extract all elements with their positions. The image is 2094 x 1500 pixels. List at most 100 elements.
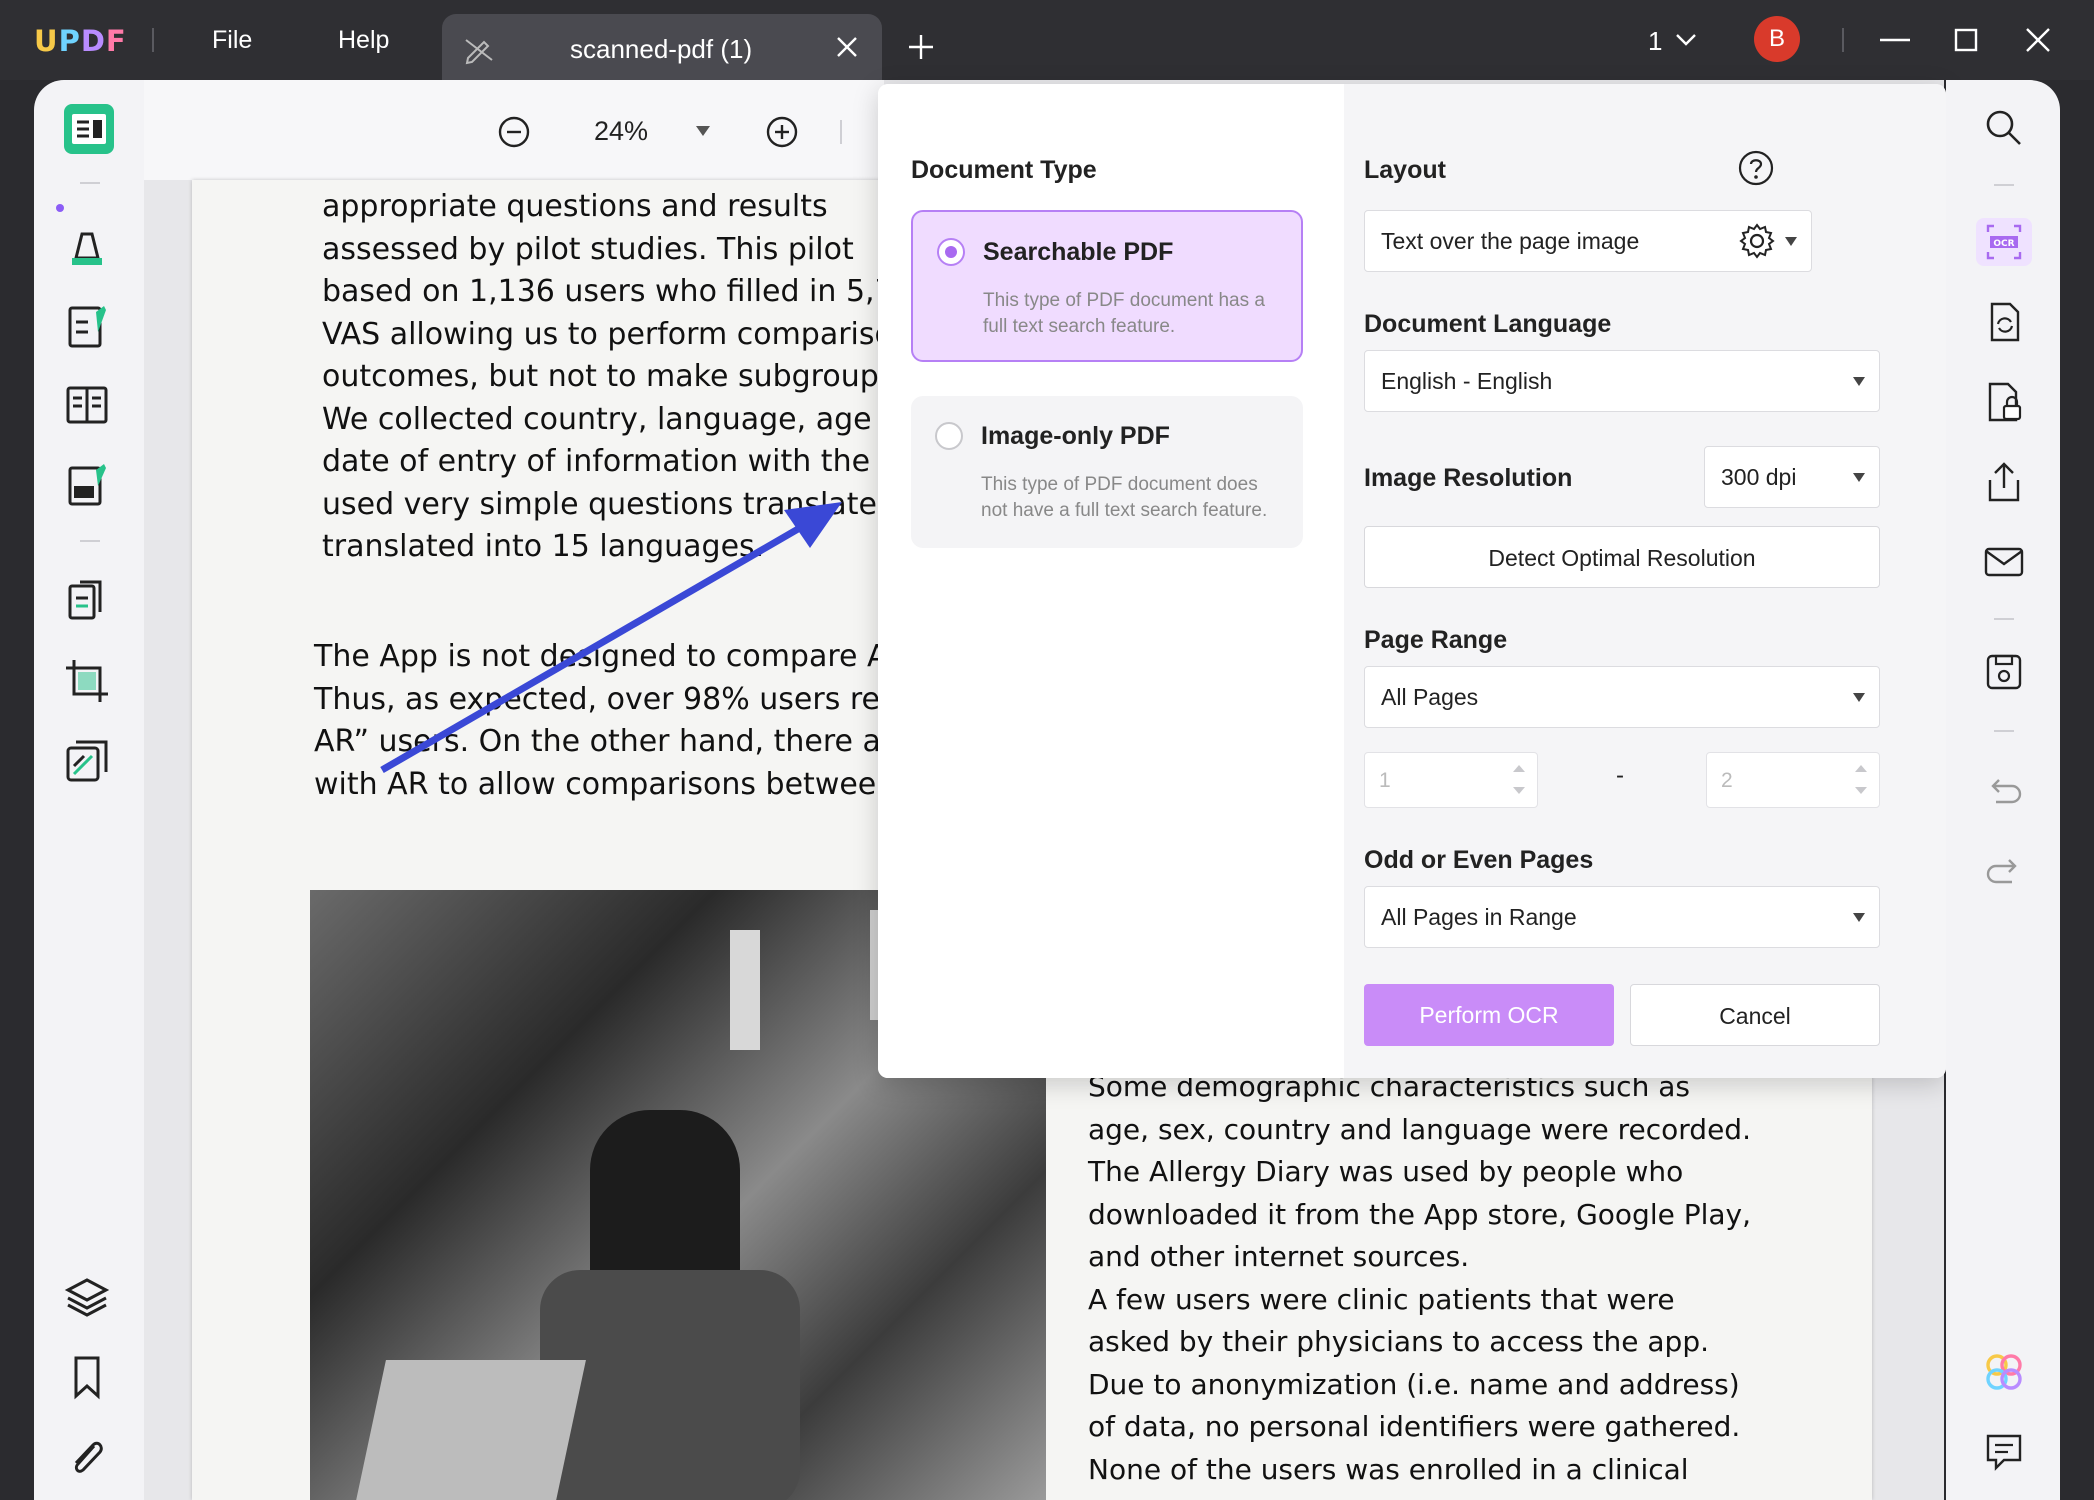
organize-pages-icon[interactable] <box>62 380 112 430</box>
ocr-icon[interactable]: OCR <box>1982 220 2026 264</box>
tab-title: scanned-pdf (1) <box>570 34 753 64</box>
add-tab-icon[interactable] <box>906 32 936 62</box>
bookmark-icon[interactable] <box>62 1352 112 1402</box>
resolution-heading: Image Resolution <box>1364 464 1573 492</box>
chevron-down-icon <box>1853 913 1865 922</box>
zoom-toolbar: 24% <box>144 80 884 180</box>
page-indicator[interactable]: 1 <box>1648 26 1662 57</box>
chevron-down-icon <box>1785 237 1797 246</box>
save-icon[interactable] <box>1982 650 2026 694</box>
searchable-pdf-option[interactable]: Searchable PDF This type of PDF document… <box>911 210 1303 362</box>
highlighter-icon[interactable] <box>62 220 112 270</box>
range-from-value: 1 <box>1379 769 1391 792</box>
document-type-pane: Document Type Searchable PDF This type o… <box>878 84 1344 1078</box>
range-to-input[interactable]: 2 <box>1706 752 1880 808</box>
chevron-down-icon[interactable] <box>1674 32 1698 48</box>
email-icon[interactable] <box>1982 540 2026 584</box>
ocr-settings-pane: Layout Text over the page image Document… <box>1344 84 1946 1078</box>
form-fill-icon[interactable] <box>62 460 112 510</box>
zoom-in-icon[interactable] <box>766 116 798 148</box>
user-avatar[interactable]: B <box>1754 16 1800 62</box>
searchable-pdf-title: Searchable PDF <box>983 238 1174 266</box>
text-line: and other internet sources. <box>1088 1240 1470 1273</box>
minimize-icon[interactable] <box>1880 38 1910 42</box>
toolbar-separator <box>1994 184 2014 186</box>
image-only-pdf-desc: This type of PDF document does not have … <box>981 474 1268 521</box>
layout-select-value: Text over the page image <box>1381 228 1640 254</box>
document-tab[interactable]: scanned-pdf (1) <box>442 14 882 80</box>
layers-icon[interactable] <box>62 1272 112 1322</box>
searchable-pdf-radio[interactable] <box>937 238 965 266</box>
language-heading: Document Language <box>1364 310 1612 338</box>
searchable-pdf-desc: This type of PDF document has a full tex… <box>983 290 1265 337</box>
layout-heading: Layout <box>1364 156 1446 184</box>
edit-pdf-icon[interactable] <box>62 302 112 352</box>
toolbar-separator <box>80 540 100 542</box>
svg-text:OCR: OCR <box>1993 239 2014 249</box>
gear-icon[interactable] <box>1738 222 1776 260</box>
stepper-up-icon[interactable] <box>1513 765 1525 772</box>
text-line: asked by their physicians to access the … <box>1088 1325 1709 1358</box>
toolbar-separator <box>80 182 100 184</box>
page-range-select[interactable]: All Pages <box>1364 666 1880 728</box>
watermark-icon[interactable] <box>62 736 112 786</box>
detect-resolution-button[interactable]: Detect Optimal Resolution <box>1364 526 1880 588</box>
text-line: of data, no personal identifiers were ga… <box>1088 1410 1741 1443</box>
toolbar-separator <box>1994 618 2014 620</box>
zoom-level[interactable]: 24% <box>594 116 648 147</box>
stepper-up-icon[interactable] <box>1855 765 1867 772</box>
resolution-select[interactable]: 300 dpi <box>1704 446 1880 508</box>
odd-even-select[interactable]: All Pages in Range <box>1364 886 1880 948</box>
left-toolbar <box>34 80 144 1500</box>
protect-icon[interactable] <box>1982 380 2026 424</box>
attachment-icon[interactable] <box>62 1432 112 1482</box>
redo-icon[interactable] <box>1982 850 2026 894</box>
ai-assistant-icon[interactable] <box>1982 1350 2026 1394</box>
stepper-down-icon[interactable] <box>1855 787 1867 794</box>
text-line: age, sex, country and language were reco… <box>1088 1112 1751 1146</box>
range-from-input[interactable]: 1 <box>1364 752 1538 808</box>
edit-off-icon <box>465 39 493 65</box>
share-icon[interactable] <box>1982 460 2026 504</box>
image-only-pdf-radio[interactable] <box>935 422 963 450</box>
document-type-heading: Document Type <box>911 156 1097 184</box>
text-line: downloaded it from the App store, Google… <box>1088 1197 1752 1231</box>
zoom-out-icon[interactable] <box>498 116 530 148</box>
chevron-down-icon <box>1853 693 1865 702</box>
close-window-icon[interactable] <box>2024 26 2052 54</box>
comment-icon[interactable] <box>1982 1430 2026 1474</box>
photo-detail <box>354 1360 586 1500</box>
perform-ocr-button[interactable]: Perform OCR <box>1364 984 1614 1046</box>
page-range-heading: Page Range <box>1364 626 1508 654</box>
close-tab-icon[interactable] <box>834 34 860 60</box>
text-line: None of the users was enrolled in a clin… <box>1088 1452 1689 1486</box>
image-only-pdf-title: Image-only PDF <box>981 422 1170 450</box>
language-select-value: English - English <box>1381 368 1553 394</box>
stepper-down-icon[interactable] <box>1513 787 1525 794</box>
language-select[interactable]: English - English <box>1364 350 1880 412</box>
text-line: The Allergy Diary was used by people who <box>1088 1155 1684 1188</box>
menu-help[interactable]: Help <box>338 26 389 55</box>
image-only-pdf-option[interactable]: Image-only PDF This type of PDF document… <box>911 396 1303 548</box>
convert-icon[interactable] <box>1982 300 2026 344</box>
toolbar-separator <box>1994 730 2014 732</box>
title-separator <box>152 28 154 52</box>
maximize-icon[interactable] <box>1954 28 1978 52</box>
zoom-dropdown-icon[interactable] <box>696 126 710 136</box>
crop-icon[interactable] <box>62 656 112 706</box>
photo-detail <box>730 930 760 1050</box>
undo-icon[interactable] <box>1982 770 2026 814</box>
search-icon[interactable] <box>1982 106 2026 150</box>
help-icon[interactable] <box>1738 150 1774 186</box>
right-toolbar: OCR <box>1946 80 2060 1500</box>
title-bar: UPDF File Help scanned-pdf (1) 1 B <box>0 0 2094 80</box>
menu-file[interactable]: File <box>212 26 252 55</box>
annotation-arrow[interactable] <box>192 180 932 820</box>
chevron-down-icon <box>1853 377 1865 386</box>
convert-pages-icon[interactable] <box>62 576 112 626</box>
odd-even-select-value: All Pages in Range <box>1381 904 1577 930</box>
reader-mode-icon[interactable] <box>62 102 116 156</box>
range-dash: - <box>1616 762 1624 789</box>
cancel-button[interactable]: Cancel <box>1630 984 1880 1046</box>
odd-even-heading: Odd or Even Pages <box>1364 846 1594 874</box>
